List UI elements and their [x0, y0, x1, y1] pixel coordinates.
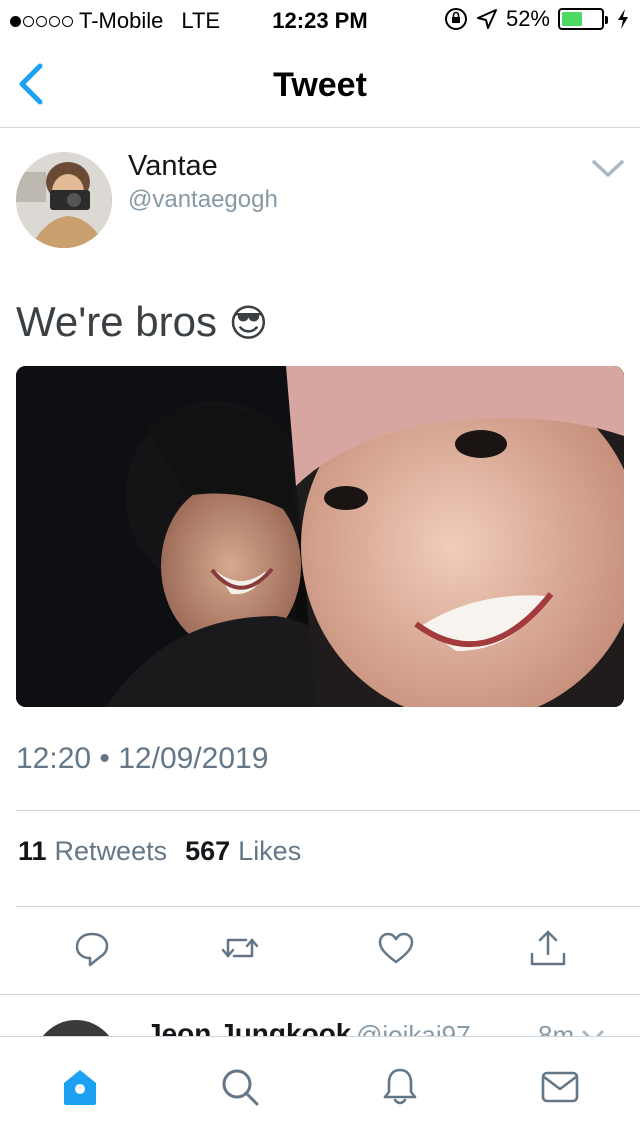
likes-link[interactable]: Likes	[238, 836, 301, 867]
tweet-options-button[interactable]	[590, 154, 626, 182]
tweet-text-content: We're bros	[16, 298, 217, 345]
like-button[interactable]	[374, 926, 418, 970]
reply-icon	[75, 932, 109, 967]
author-handle[interactable]: @vantaegogh	[128, 186, 278, 214]
retweet-icon	[221, 938, 259, 958]
share-button[interactable]	[526, 926, 570, 970]
tab-bar	[0, 1036, 640, 1136]
messages-icon	[541, 1071, 579, 1103]
like-icon	[378, 932, 414, 964]
likes-count: 567	[185, 836, 231, 866]
tab-home[interactable]	[58, 1065, 102, 1109]
reply-button[interactable]	[70, 926, 114, 970]
battery-icon	[558, 8, 608, 30]
status-right: 52%	[444, 6, 630, 32]
tweet-text: We're bros 😎	[16, 298, 268, 346]
tweet-photo-image	[16, 366, 624, 707]
tweet-photo[interactable]	[16, 366, 624, 707]
divider	[16, 906, 640, 907]
tweet-stats: 11 Retweets 567 Likes	[18, 836, 311, 867]
tweet-actions	[0, 926, 640, 976]
chevron-down-icon	[592, 160, 624, 177]
avatar-image	[16, 152, 112, 248]
tab-notifications[interactable]	[378, 1065, 422, 1109]
location-arrow-icon	[476, 9, 497, 29]
tab-search[interactable]	[218, 1065, 262, 1109]
battery-percent: 52%	[505, 6, 550, 31]
avatar[interactable]	[16, 152, 112, 248]
sunglasses-emoji: 😎	[228, 303, 269, 345]
navigation-bar: Tweet	[0, 40, 640, 128]
status-bar: T-Mobile LTE 12:23 PM 52%	[0, 0, 640, 40]
battery-level	[562, 12, 582, 26]
tweet-timestamp: 12:20 • 12/09/2019	[16, 742, 269, 775]
page-title: Tweet	[273, 66, 367, 104]
divider	[0, 994, 640, 995]
tab-messages[interactable]	[538, 1065, 582, 1109]
retweets-link[interactable]: Retweets	[55, 836, 168, 867]
divider	[16, 810, 640, 811]
orientation-lock-icon	[444, 8, 467, 30]
notifications-icon	[383, 1068, 417, 1105]
search-icon	[222, 1069, 259, 1106]
charging-bolt-icon	[618, 9, 628, 29]
share-icon	[530, 930, 566, 966]
retweets-count: 11	[18, 836, 47, 866]
home-icon	[64, 1070, 96, 1105]
author-display-name[interactable]: Vantae	[128, 150, 218, 183]
retweet-button[interactable]	[218, 926, 262, 970]
